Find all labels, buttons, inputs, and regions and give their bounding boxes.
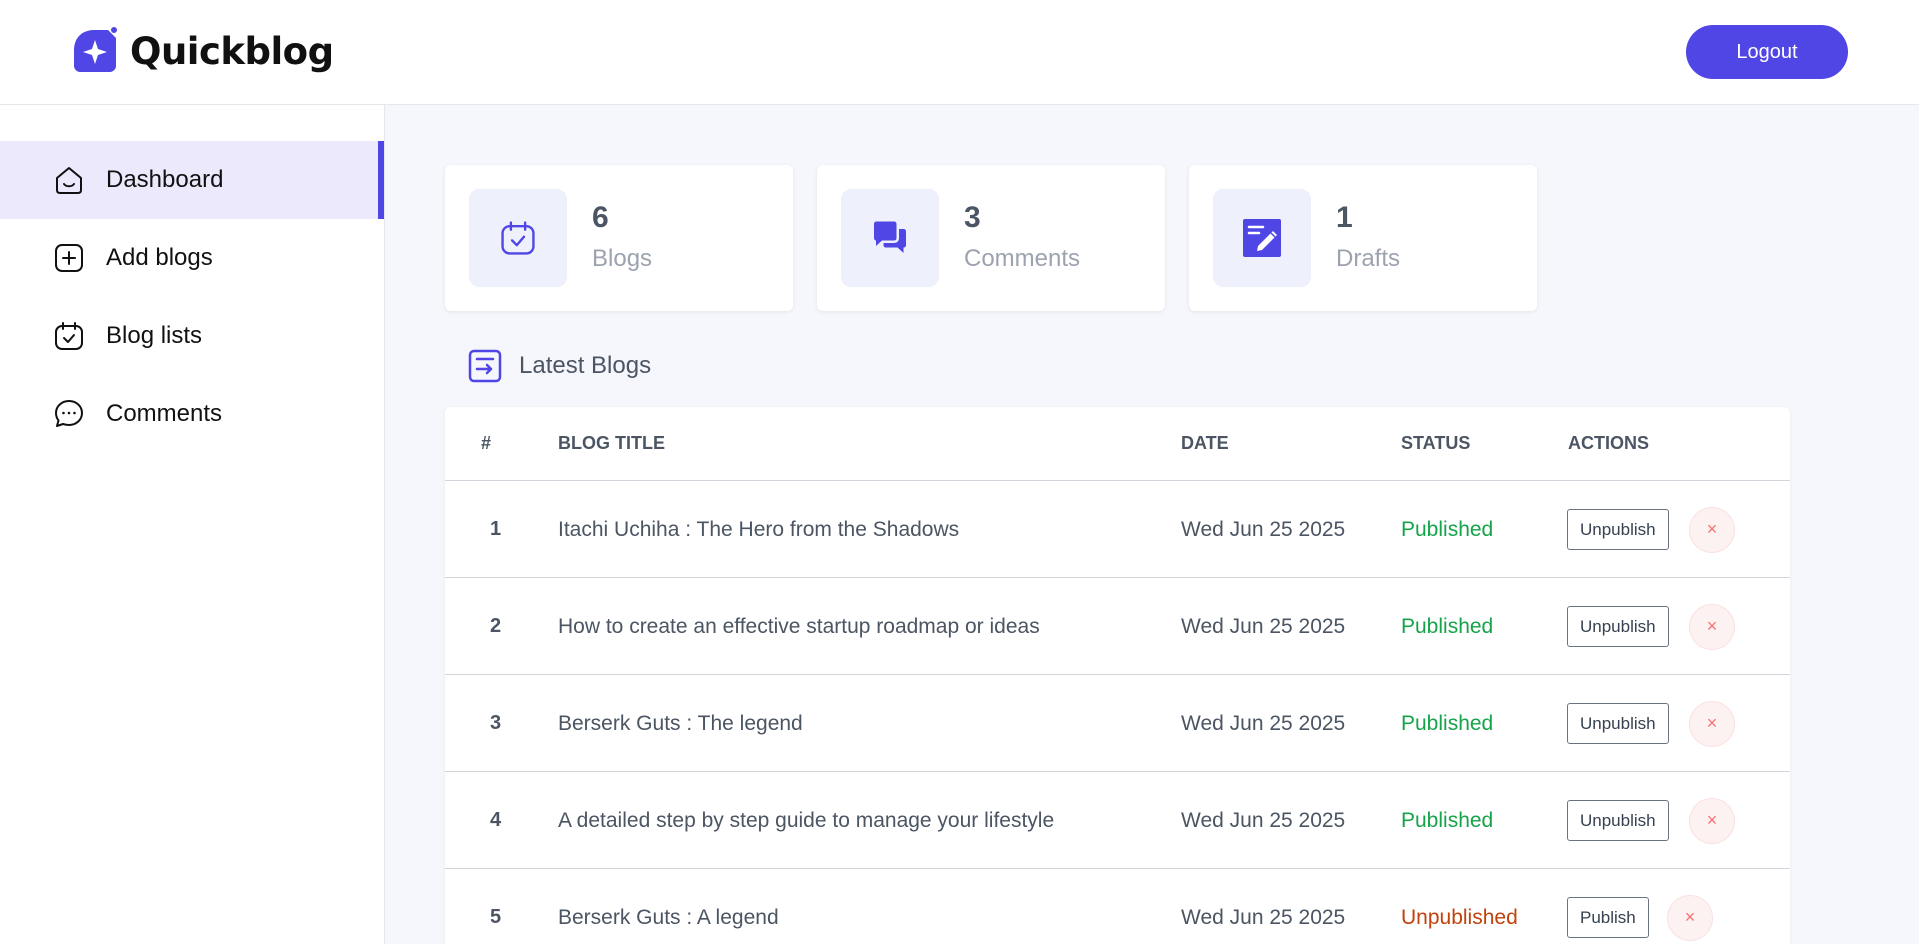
home-icon — [52, 163, 86, 197]
sidebar-item-label: Blog lists — [106, 322, 203, 349]
action-cell: Unpublish — [1567, 481, 1669, 578]
row-number: 4 — [490, 809, 502, 831]
stat-label: Blogs — [592, 245, 653, 272]
column-header-actions: ACTIONS — [1568, 433, 1649, 453]
row-number: 1 — [490, 518, 502, 540]
add-square-icon — [52, 241, 86, 275]
blog-title: How to create an effective startup roadm… — [558, 614, 1040, 638]
sidebar-item-label: Dashboard — [106, 166, 224, 193]
stat-icon-box — [841, 189, 939, 287]
delete-button[interactable]: × — [1667, 894, 1713, 941]
blog-title: Berserk Guts : The legend — [558, 711, 803, 735]
section-title: Latest Blogs — [519, 352, 652, 379]
stat-label: Comments — [964, 245, 1081, 272]
unpublish-button[interactable]: Unpublish — [1567, 606, 1669, 647]
action-cell: Unpublish — [1567, 772, 1669, 869]
delete-button[interactable]: × — [1689, 506, 1735, 553]
delete-button[interactable]: × — [1689, 603, 1735, 650]
row-number: 5 — [490, 906, 502, 928]
table-row: 4 A detailed step by step guide to manag… — [445, 772, 1790, 869]
status-badge: Published — [1401, 808, 1494, 832]
latest-blogs-heading: Latest Blogs — [468, 349, 651, 383]
blog-title: Itachi Uchiha : The Hero from the Shadow… — [558, 517, 960, 541]
chat-bubble-icon — [52, 397, 86, 431]
stat-value: 3 — [964, 201, 981, 234]
logout-button[interactable]: Logout — [1686, 25, 1848, 79]
action-cell: Unpublish — [1567, 675, 1669, 772]
blog-title: Berserk Guts : A legend — [558, 905, 779, 929]
stat-icon-box — [469, 189, 567, 287]
stat-icon-box — [1213, 189, 1311, 287]
unpublish-button[interactable]: Unpublish — [1567, 509, 1669, 550]
top-header: Quickblog Logout — [0, 0, 1919, 105]
stat-card-drafts: 1 Drafts — [1189, 165, 1537, 311]
unpublish-button[interactable]: Unpublish — [1567, 703, 1669, 744]
stat-value: 6 — [592, 201, 609, 234]
sidebar-item-dashboard[interactable]: Dashboard — [0, 141, 384, 219]
blog-date: Wed Jun 25 2025 — [1181, 614, 1346, 638]
stat-card-comments: 3 Comments — [817, 165, 1165, 311]
column-header-title: BLOG TITLE — [558, 433, 665, 453]
blog-date: Wed Jun 25 2025 — [1181, 711, 1346, 735]
publish-button[interactable]: Publish — [1567, 897, 1649, 938]
status-badge: Published — [1401, 614, 1494, 638]
edit-document-icon — [1243, 219, 1281, 257]
sidebar-item-comments[interactable]: Comments — [0, 375, 384, 453]
list-arrow-icon — [468, 349, 502, 383]
action-cell: Unpublish — [1567, 578, 1669, 675]
row-number: 3 — [490, 712, 502, 734]
main-content: 6 Blogs 3 Comments 1 Drafts Latest Blogs… — [385, 105, 1919, 944]
delete-button[interactable]: × — [1689, 700, 1735, 747]
row-number: 2 — [490, 615, 502, 637]
stat-value: 1 — [1336, 201, 1353, 234]
delete-cell: × — [1667, 869, 1713, 944]
sidebar-item-blog-lists[interactable]: Blog lists — [0, 297, 384, 375]
sidebar-item-add-blogs[interactable]: Add blogs — [0, 219, 384, 297]
stat-label: Drafts — [1336, 245, 1401, 272]
blog-title: A detailed step by step guide to manage … — [558, 808, 1055, 832]
sidebar: Dashboard Add blogs Blog lists Comments — [0, 105, 385, 944]
table-row: 5 Berserk Guts : A legend Wed Jun 25 202… — [445, 869, 1790, 944]
sidebar-item-label: Add blogs — [106, 244, 213, 271]
table-row: 2 How to create an effective startup roa… — [445, 578, 1790, 675]
stat-card-blogs: 6 Blogs — [445, 165, 793, 311]
delete-cell: × — [1689, 675, 1735, 772]
brand[interactable]: Quickblog — [70, 26, 334, 76]
status-badge: Published — [1401, 711, 1494, 735]
column-header-number: # — [481, 433, 492, 453]
blog-date: Wed Jun 25 2025 — [1181, 808, 1346, 832]
blog-date: Wed Jun 25 2025 — [1181, 517, 1346, 541]
unpublish-button[interactable]: Unpublish — [1567, 800, 1669, 841]
delete-cell: × — [1689, 481, 1735, 578]
table-row: 1 Itachi Uchiha : The Hero from the Shad… — [445, 481, 1790, 578]
blog-date: Wed Jun 25 2025 — [1181, 905, 1346, 929]
calendar-check-icon — [52, 319, 86, 353]
brand-logo-icon — [74, 27, 117, 72]
brand-name: Quickblog — [130, 29, 334, 73]
delete-cell: × — [1689, 578, 1735, 675]
column-header-date: DATE — [1181, 433, 1229, 453]
status-badge: Published — [1401, 517, 1494, 541]
latest-blogs-table: # BLOG TITLE DATE STATUS ACTIONS 1 Itach… — [445, 407, 1790, 944]
sidebar-item-label: Comments — [106, 400, 223, 427]
column-header-status: STATUS — [1401, 433, 1471, 453]
status-badge: Unpublished — [1401, 905, 1518, 929]
table-row: 3 Berserk Guts : The legend Wed Jun 25 2… — [445, 675, 1790, 772]
calendar-check-icon — [501, 221, 535, 255]
chat-bubbles-icon — [874, 221, 906, 253]
action-cell: Publish — [1567, 869, 1649, 944]
delete-button[interactable]: × — [1689, 797, 1735, 844]
delete-cell: × — [1689, 772, 1735, 869]
